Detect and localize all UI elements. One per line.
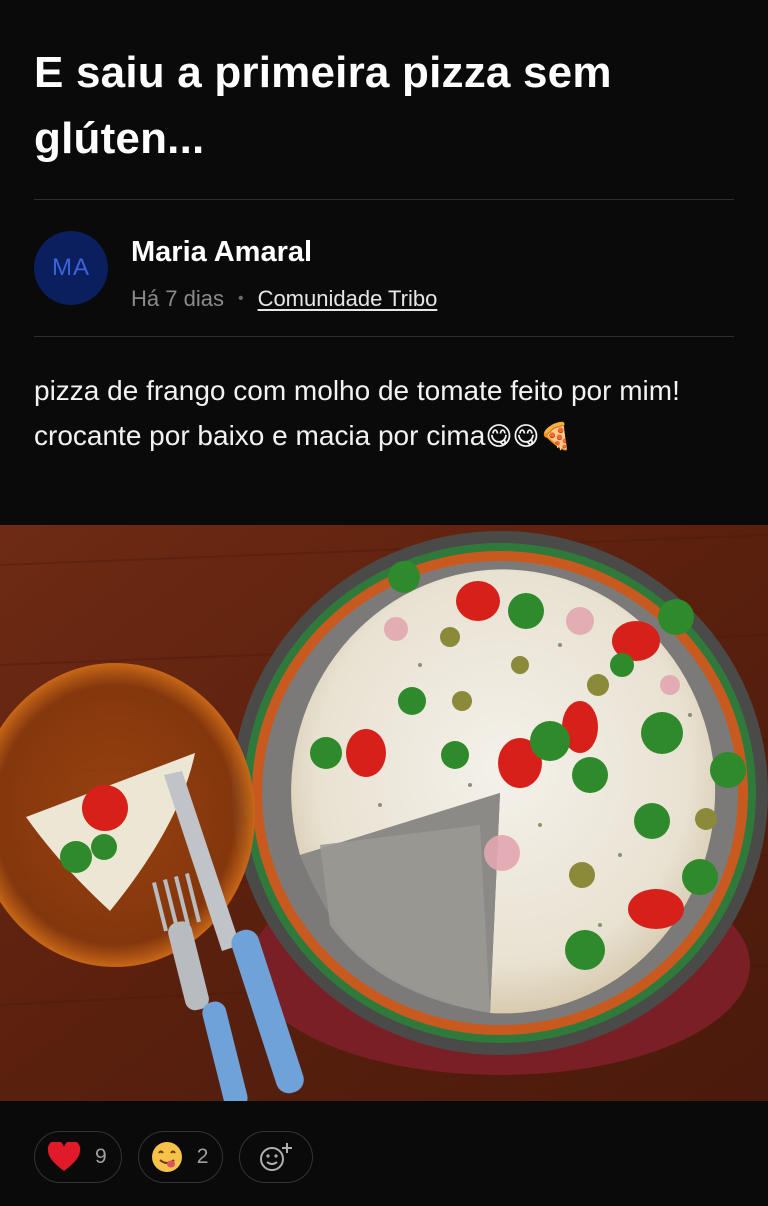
post-photo[interactable] [0,525,768,1101]
add-reaction-button[interactable] [239,1131,314,1183]
reaction-heart[interactable]: 9 [34,1131,122,1183]
meta-separator: • [237,290,244,307]
divider [34,199,734,200]
post-meta: Há 7 dias • Comunidade Tribo [131,286,437,312]
yum-face-icon [151,1142,182,1172]
reaction-count: 2 [196,1145,209,1168]
post-body-line: crocante por baixo e macia por cima😋😋🍕 [34,413,734,460]
post-title: E saiu a primeira pizza sem glúten... [34,48,612,163]
add-reaction-icon [260,1143,293,1171]
avatar[interactable]: MA [34,231,108,305]
post-time: Há 7 dias [131,286,224,311]
emoji-group: 😋😋🍕 [485,422,572,452]
author-name[interactable]: Maria Amaral [131,236,312,269]
community-link[interactable]: Comunidade Tribo [258,286,438,312]
reaction-count: 9 [95,1145,107,1168]
reaction-yum[interactable]: 2 [137,1131,224,1183]
post-body-text: crocante por baixo e macia por cima [34,420,486,451]
reactions-bar: 9 2 [34,1131,314,1183]
divider [34,336,734,337]
heart-icon [47,1142,81,1171]
post-body: pizza de frango com molho de tomate feit… [34,368,734,460]
post-body-line: pizza de frango com molho de tomate feit… [34,375,680,406]
